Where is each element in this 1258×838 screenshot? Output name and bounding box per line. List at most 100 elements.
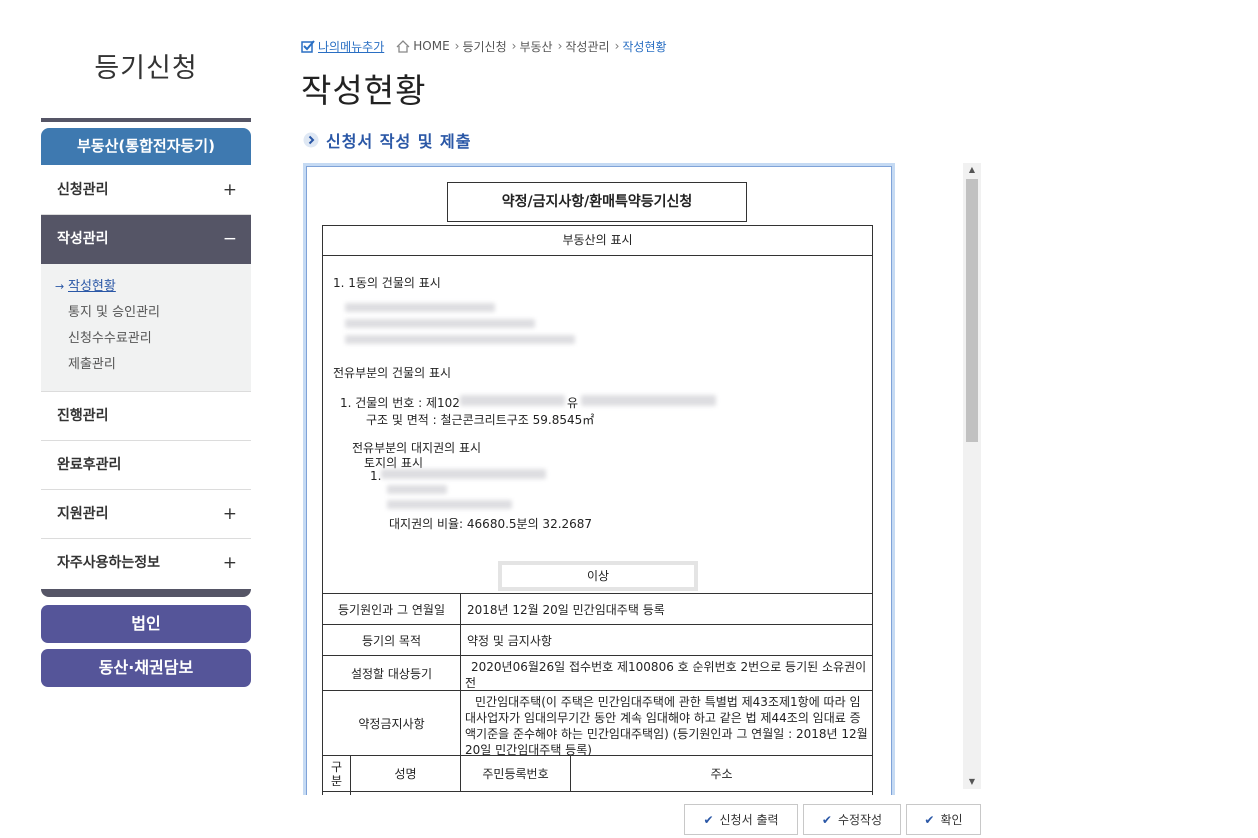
sidebar-item-favorites[interactable]: 자주사용하는정보 +: [41, 539, 251, 588]
submenu-item-status[interactable]: → 작성현황: [41, 276, 251, 302]
breadcrumb-separator: ›: [614, 39, 620, 53]
confirm-button[interactable]: ✔ 확인: [906, 804, 981, 835]
scrollbar-thumb[interactable]: [966, 179, 978, 442]
party-table-row: [323, 792, 872, 795]
redacted-text: [381, 469, 546, 479]
sidebar-menu: 신청관리 + 작성관리 − → 작성현황 통지 및 승인관리 신청수수료관리 제…: [41, 166, 251, 588]
sidebar-item-label: 신청관리: [57, 182, 109, 198]
row-value: 약정 및 금지사항: [467, 633, 552, 648]
expand-icon[interactable]: +: [223, 490, 237, 538]
end-mark: 이상: [498, 561, 698, 591]
redacted-text: [387, 485, 447, 494]
sidebar-item-label: 자주사용하는정보: [57, 555, 161, 571]
real-estate-button[interactable]: 부동산(통합전자등기): [41, 128, 251, 165]
print-application-button[interactable]: ✔ 신청서 출력: [684, 804, 798, 835]
land-number-line: 1.: [370, 469, 382, 483]
sidebar-item-completed[interactable]: 완료후관리: [41, 441, 251, 490]
collapse-icon[interactable]: −: [223, 215, 237, 263]
document-page: 약정/금지사항/환매특약등기신청 부동산의 표시 1. 1동의 건물의 표시 전…: [306, 166, 892, 795]
expand-icon[interactable]: +: [223, 166, 237, 214]
row-value: 2020년06월26일 접수번호 제100806 호 순위번호 2번으로 등기된…: [465, 660, 867, 690]
table-cell: [323, 792, 351, 795]
sidebar-item-label: 완료후관리: [57, 457, 122, 473]
page-root: 등기신청 부동산(통합전자등기) 신청관리 + 작성관리 − → 작성현황 통지…: [0, 0, 1258, 838]
property-description: 1. 1동의 건물의 표시 전유부분의 건물의 표시 1. 건물의 번호 : 제…: [323, 256, 872, 594]
arrow-right-icon: →: [55, 280, 65, 293]
sidebar-item-label: 진행관리: [57, 408, 109, 424]
breadcrumb: 나의메뉴추가 HOME › 등기신청 › 부동산 › 작성관리 › 작성현황: [301, 38, 667, 54]
row-label: 약정금지사항: [323, 691, 461, 755]
exclusive-line: 전유부분의 건물의 표시: [333, 366, 452, 380]
check-icon: ✔: [924, 812, 935, 827]
table-row: 약정금지사항 민간임대주택(이 주택은 민간임대주택에 관한 특별법 제43조제…: [323, 691, 872, 757]
section-title: 신청서 작성 및 제출: [303, 128, 471, 152]
movable-property-button[interactable]: 동산·채권담보: [41, 649, 251, 687]
sidebar-item-support[interactable]: 지원관리 +: [41, 490, 251, 539]
checkbox-icon: [301, 39, 315, 53]
sidebar-item-label: 지원관리: [57, 506, 109, 522]
sidebar-item-label: 작성관리: [57, 231, 109, 247]
breadcrumb-real-estate[interactable]: 부동산: [519, 38, 552, 55]
redacted-text: [387, 500, 512, 509]
table-row: 등기원인과 그 연월일 2018년 12월 20일 민간임대주택 등록: [323, 594, 872, 625]
redacted-text: [345, 303, 495, 312]
submenu-item-submit[interactable]: 제출관리: [41, 354, 251, 380]
row-label: 등기원인과 그 연월일: [323, 594, 461, 624]
scroll-down-icon[interactable]: ▼: [963, 775, 981, 789]
drafting-submenu: → 작성현황 통지 및 승인관리 신청수수료관리 제출관리: [41, 264, 251, 392]
column-header: 구분: [323, 756, 351, 791]
submenu-item-notify[interactable]: 통지 및 승인관리: [41, 302, 251, 328]
button-label: 신청서 출력: [719, 813, 779, 827]
redacted-text: [345, 319, 535, 328]
column-header: 성명: [351, 756, 461, 791]
table-cell: [351, 792, 461, 795]
breadcrumb-separator: ›: [511, 39, 517, 53]
sidebar-title: 등기신청: [94, 53, 198, 84]
breadcrumb-separator: ›: [557, 39, 563, 53]
document-table: 부동산의 표시 1. 1동의 건물의 표시 전유부분의 건물의 표시 1. 건물…: [322, 225, 873, 795]
breadcrumb-drafting[interactable]: 작성관리: [565, 38, 609, 55]
table-row: 설정할 대상등기 2020년06월26일 접수번호 제100806 호 순위번호…: [323, 656, 872, 691]
redacted-text: [581, 395, 716, 406]
row-label: 설정할 대상등기: [323, 656, 461, 690]
scroll-up-icon[interactable]: ▲: [963, 163, 981, 177]
breadcrumb-registration[interactable]: 등기신청: [462, 38, 506, 55]
party-table-header: 구분 성명 주민등록번호 주소: [323, 756, 872, 792]
button-label: 확인: [940, 813, 963, 827]
submenu-label: 작성현황: [68, 279, 116, 294]
column-header: 주소: [710, 767, 733, 781]
sidebar-divider: [41, 118, 251, 122]
sidebar-item-drafting[interactable]: 작성관리 −: [41, 215, 251, 264]
row-value: 2018년 12월 20일 민간임대주택 등록: [467, 602, 665, 617]
breadcrumb-separator: ›: [454, 39, 460, 53]
add-my-menu-link[interactable]: 나의메뉴추가: [318, 38, 384, 55]
vertical-scrollbar[interactable]: ▲ ▼: [963, 163, 981, 789]
expand-icon[interactable]: +: [223, 539, 237, 587]
home-icon: [396, 39, 410, 53]
submenu-item-fee[interactable]: 신청수수료관리: [41, 328, 251, 354]
column-header: 주민등록번호: [461, 756, 571, 791]
redacted-text: [460, 395, 565, 406]
structure-line: 구조 및 면적 : 철근콘크리트구조 59.8545㎡: [366, 413, 595, 427]
breadcrumb-current: 작성현황: [622, 39, 667, 54]
chevron-circle-icon: [303, 132, 319, 148]
building-number-line: 1. 건물의 번호 : 제102: [340, 396, 460, 410]
building-line: 1. 1동의 건물의 표시: [333, 276, 441, 290]
row-label: 등기의 목적: [323, 625, 461, 655]
breadcrumb-home[interactable]: HOME: [413, 39, 449, 53]
building-number-suffix: 유: [567, 396, 579, 410]
sidebar-item-application[interactable]: 신청관리 +: [41, 166, 251, 215]
check-icon: ✔: [703, 812, 714, 827]
sidebar-bottom-bar: [41, 589, 251, 597]
document-viewer[interactable]: 약정/금지사항/환매특약등기신청 부동산의 표시 1. 1동의 건물의 표시 전…: [303, 163, 895, 795]
corporation-button[interactable]: 법인: [41, 605, 251, 643]
row-value: 민간임대주택(이 주택은 민간임대주택에 관한 특별법 제43조제1항에 따라 …: [465, 695, 868, 757]
table-row: 등기의 목적 약정 및 금지사항: [323, 625, 872, 656]
redacted-text: [345, 335, 575, 344]
button-label: 수정작성: [837, 813, 883, 827]
edit-button[interactable]: ✔ 수정작성: [803, 804, 901, 835]
sidebar-item-progress[interactable]: 진행관리: [41, 392, 251, 441]
check-icon: ✔: [821, 812, 832, 827]
document-title: 약정/금지사항/환매특약등기신청: [447, 182, 747, 222]
page-title: 작성현황: [301, 71, 427, 110]
